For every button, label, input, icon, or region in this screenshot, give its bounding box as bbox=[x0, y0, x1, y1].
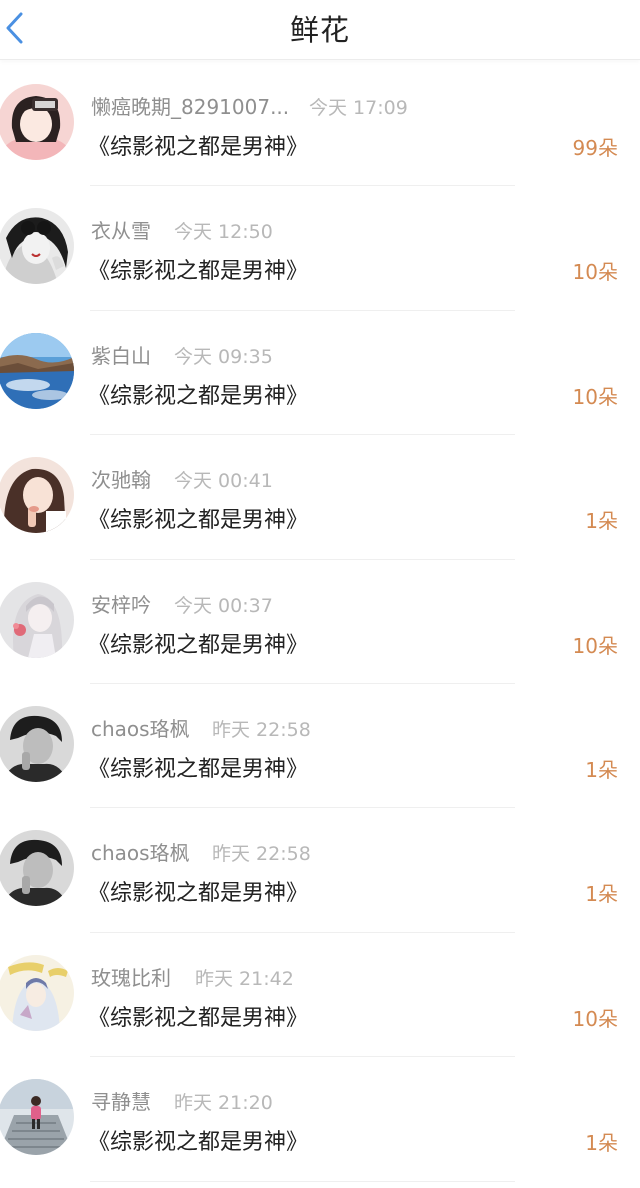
book-title: 《综影视之都是男神》 bbox=[88, 135, 309, 160]
divider bbox=[90, 1180, 515, 1182]
avatar[interactable] bbox=[0, 830, 74, 907]
flower-count: 10朵 bbox=[572, 260, 618, 285]
gift-time: 今天 12:50 bbox=[174, 221, 273, 244]
list-item[interactable]: 寻静慧 昨天 21:20 《综影视之都是男神》 1朵 bbox=[0, 1057, 640, 1182]
flower-count: 10朵 bbox=[572, 633, 618, 658]
book-title: 《综影视之都是男神》 bbox=[88, 259, 309, 285]
avatar[interactable] bbox=[0, 457, 74, 534]
list-item[interactable]: 次驰翰 今天 00:41 《综影视之都是男神》 1朵 bbox=[0, 435, 640, 560]
gift-time: 昨天 22:58 bbox=[212, 718, 311, 741]
list-item[interactable]: chaos珞枫 昨天 22:58 《综影视之都是男神》 1朵 bbox=[0, 684, 640, 809]
avatar[interactable] bbox=[0, 1079, 74, 1156]
sender-name: chaos珞枫 bbox=[91, 841, 190, 866]
gift-time: 今天 00:37 bbox=[174, 594, 273, 617]
flower-count: 1朵 bbox=[585, 509, 618, 534]
avatar[interactable] bbox=[0, 332, 74, 409]
gift-time: 今天 00:41 bbox=[174, 470, 273, 493]
list-item[interactable]: 安梓吟 今天 00:37 《综影视之都是男神》 10朵 bbox=[0, 560, 640, 684]
gift-time: 今天 09:35 bbox=[174, 345, 273, 368]
flower-count: 1朵 bbox=[585, 882, 618, 907]
sender-name: 安梓吟 bbox=[91, 592, 151, 617]
flower-gift-list: 懒癌晚期_8291007... 今天 17:09 《综影视之都是男神》 99朵 … bbox=[0, 62, 640, 1182]
sender-name: chaos珞枫 bbox=[91, 716, 190, 741]
book-title: 《综影视之都是男神》 bbox=[88, 1005, 309, 1031]
avatar[interactable] bbox=[0, 705, 74, 782]
list-item[interactable]: chaos珞枫 昨天 22:58 《综影视之都是男神》 1朵 bbox=[0, 808, 640, 933]
book-title: 《综影视之都是男神》 bbox=[88, 508, 309, 534]
book-title: 《综影视之都是男神》 bbox=[88, 756, 309, 782]
book-title: 《综影视之都是男神》 bbox=[88, 881, 309, 907]
flower-count: 10朵 bbox=[572, 1006, 618, 1031]
gift-time: 昨天 22:58 bbox=[212, 843, 311, 866]
gift-time: 今天 17:09 bbox=[309, 97, 408, 119]
avatar[interactable] bbox=[0, 208, 74, 285]
page-title: 鲜花 bbox=[289, 13, 350, 47]
sender-name: 紫白山 bbox=[91, 343, 151, 368]
flower-count: 1朵 bbox=[585, 757, 618, 782]
sender-name: 寻静慧 bbox=[91, 1090, 151, 1115]
sender-name: 衣从雪 bbox=[91, 219, 151, 244]
list-item[interactable]: 玫瑰比利 昨天 21:42 《综影视之都是男神》 10朵 bbox=[0, 933, 640, 1058]
list-item[interactable]: 衣从雪 今天 12:50 《综影视之都是男神》 10朵 bbox=[0, 186, 640, 311]
sender-name: 次驰翰 bbox=[91, 468, 151, 493]
avatar[interactable] bbox=[0, 581, 74, 658]
book-title: 《综影视之都是男神》 bbox=[88, 383, 309, 409]
flower-count: 1朵 bbox=[585, 1131, 618, 1156]
sender-name: 玫瑰比利 bbox=[91, 965, 171, 990]
flower-count: 99朵 bbox=[572, 136, 618, 160]
book-title: 《综影视之都是男神》 bbox=[88, 1130, 309, 1156]
avatar[interactable] bbox=[0, 84, 74, 160]
top-nav-bar: 鲜花 bbox=[0, 0, 640, 60]
book-title: 《综影视之都是男神》 bbox=[88, 632, 309, 658]
flower-count: 10朵 bbox=[572, 384, 618, 409]
gift-time: 昨天 21:42 bbox=[195, 967, 294, 990]
avatar[interactable] bbox=[0, 954, 74, 1031]
list-item[interactable]: 懒癌晚期_8291007... 今天 17:09 《综影视之都是男神》 99朵 bbox=[0, 62, 640, 187]
gift-time: 昨天 21:20 bbox=[174, 1092, 273, 1115]
list-item[interactable]: 紫白山 今天 09:35 《综影视之都是男神》 10朵 bbox=[0, 311, 640, 436]
sender-name: 懒癌晚期_8291007... bbox=[91, 95, 290, 119]
